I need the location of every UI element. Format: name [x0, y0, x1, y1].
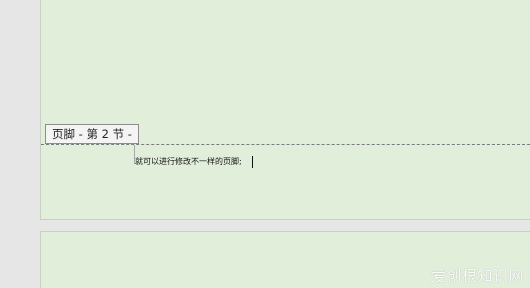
text-cursor: [251, 156, 253, 168]
footer-boundary-line: [41, 144, 530, 145]
footer-section-tag[interactable]: 页脚 - 第 2 节 -: [45, 124, 139, 144]
watermark-logo: 爱创根知识网: [430, 267, 524, 285]
document-page[interactable]: 页脚 - 第 2 节 - 就可以进行修改不一样的页脚;: [40, 0, 530, 220]
document-editor-canvas: 页脚 - 第 2 节 - 就可以进行修改不一样的页脚; 爱创根知识网: [0, 0, 530, 288]
footer-content-area[interactable]: 就可以进行修改不一样的页脚;: [135, 156, 253, 168]
footer-text[interactable]: 就可以进行修改不一样的页脚;: [135, 156, 242, 168]
